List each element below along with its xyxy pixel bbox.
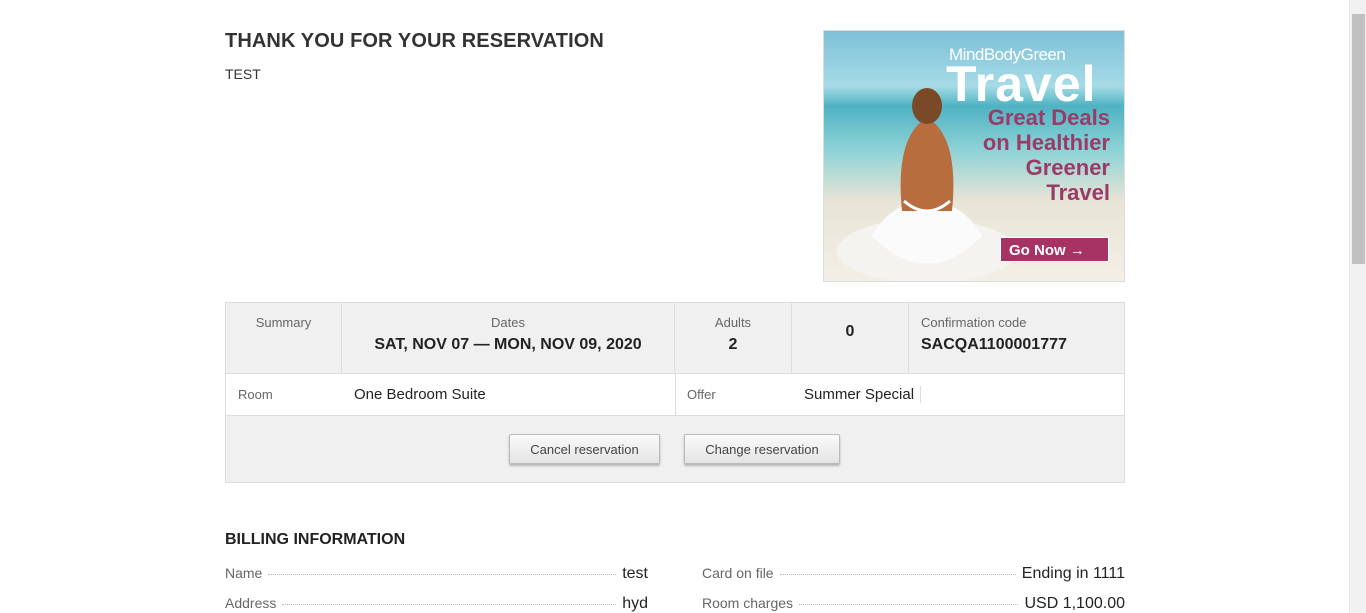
confirmation-code: SACQA1100001777 [921,336,1067,353]
confirmation-label: Confirmation code [921,315,1027,330]
children-value: 0 [845,323,855,340]
ad-go-now-button[interactable]: Go Now → [1000,237,1109,262]
billing-name-value: test [622,565,648,582]
ad-tagline-line: on Healthier [982,130,1110,155]
adults-value: 2 [728,336,738,353]
ad-tagline-line: Great Deals [987,105,1110,130]
billing-address-label: Address [225,595,277,611]
divider [675,374,676,416]
summary-cell: Summary [226,303,342,373]
billing-name-label: Name [225,565,263,581]
scrollbar-thumb[interactable] [1352,14,1365,264]
dotted-leader [779,574,1016,575]
billing-address-value: hyd [622,595,648,612]
adults-cell: Adults 2 [675,303,792,373]
billing-heading: BILLING INFORMATION [225,531,406,548]
page-title: THANK YOU FOR YOUR RESERVATION [225,30,604,52]
billing-name-row: Name test [225,565,648,585]
dates-label: Dates [491,315,525,330]
cancel-reservation-button[interactable]: Cancel reservation [509,434,660,464]
card-on-file-value: Ending in 1111 [1021,565,1125,582]
advertisement-banner[interactable]: MindBodyGreen Travel Great Deals on Heal… [823,30,1125,282]
dotted-leader [799,604,1019,605]
room-value: One Bedroom Suite [354,386,486,403]
room-charges-value: USD 1,100.00 [1024,595,1125,612]
billing-address-row: Address hyd [225,595,648,613]
card-on-file-label: Card on file [702,565,774,581]
card-on-file-row: Card on file Ending in 1111 [702,565,1125,585]
change-reservation-button[interactable]: Change reservation [684,434,840,464]
summary-row: Summary Dates SAT, NOV 07 — MON, NOV 09,… [226,303,1124,373]
offer-value: Summer Special [804,386,922,403]
dotted-leader [282,604,617,605]
room-charges-label: Room charges [702,595,794,611]
ad-tagline-line: Greener [1025,155,1110,180]
dotted-leader [268,574,617,575]
children-cell: 0 [792,303,909,373]
vertical-scrollbar[interactable] [1349,0,1366,613]
dates-cell: Dates SAT, NOV 07 — MON, NOV 09, 2020 [342,303,675,373]
room-offer-row: Room One Bedroom Suite Offer Summer Spec… [226,373,1124,416]
ad-tagline-line: Travel [1046,180,1110,205]
dates-value: SAT, NOV 07 — MON, NOV 09, 2020 [374,336,642,353]
reservation-summary: Summary Dates SAT, NOV 07 — MON, NOV 09,… [225,302,1125,483]
ad-tagline: Great Deals on Healthier Greener Travel [983,105,1110,205]
room-charges-row: Room charges USD 1,100.00 [702,595,1125,613]
adults-label: Adults [714,315,752,330]
page-subtitle: TEST [225,66,261,82]
summary-label: Summary [255,315,312,330]
room-label: Room [238,387,273,402]
offer-label: Offer [687,387,716,402]
confirmation-cell: Confirmation code SACQA1100001777 [909,303,1124,373]
